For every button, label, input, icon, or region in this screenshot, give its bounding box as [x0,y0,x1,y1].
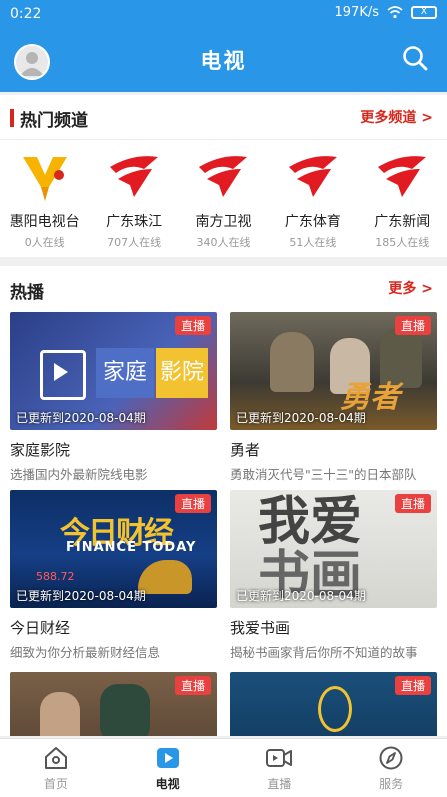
video-camera-icon [266,749,293,767]
program-card[interactable]: 我爱 书画 直播 已更新到2020-08-04期 我爱书画 揭秘书画家背后你所不… [230,490,437,661]
hot-broadcast-section: 热播 更多 > 家庭 影院 直播 已更新到2020-08-04期 家庭影院 选播… [0,266,447,736]
channel-count: 185人在线 [375,236,430,249]
network-speed: 197K/s [334,5,380,20]
channel-count: 340人在线 [196,236,251,249]
gdtv-logo-icon [378,156,427,197]
tab-label: 电视 [155,777,180,791]
channel-name: 广东体育 [284,214,341,230]
tab-label: 服务 [379,777,404,791]
program-thumbnail: 勇者 直播 已更新到2020-08-04期 [230,312,437,430]
tab-home[interactable]: 首页 [0,739,112,797]
tab-label: 首页 [43,777,68,791]
page-title: 电视 [200,49,247,73]
channel-name: 广东珠江 [106,214,163,230]
hot-channels-section: 热门频道 更多频道 > 惠阳电视台 0人在线 广东珠江 707人在线 南方卫视 … [0,95,447,257]
live-badge: 直播 [394,316,431,335]
program-subtitle: 揭秘书画家背后你所不知道的故事 [230,645,418,660]
thumb-label-right: 影院 [156,348,208,398]
program-thumbnail: 今日财经 FINANCE TODAY 588.72 直播 已更新到2020-08… [10,490,217,608]
bottom-tab-bar: 首页 电视 直播 服务 [0,738,447,797]
thumb-num: 588.72 [36,570,75,583]
program-title: 我爱书画 [230,619,291,637]
program-card[interactable]: 今日财经 FINANCE TODAY 588.72 直播 已更新到2020-08… [10,490,217,661]
program-card[interactable]: 直播 [10,672,217,736]
divider [0,139,447,140]
program-subtitle: 勇敢消灭代号"三十三"的日本部队 [230,467,417,482]
gdtv-logo-icon [288,156,337,197]
update-text: 已更新到2020-08-04期 [16,411,146,425]
channel-list: 惠阳电视台 0人在线 广东珠江 707人在线 南方卫视 340人在线 广东体育 … [0,145,447,250]
program-card[interactable]: 直播 [230,672,437,736]
home-icon [44,747,67,769]
tab-live[interactable]: 直播 [224,739,336,797]
wifi-icon [387,6,403,19]
channel-item-zhujiang[interactable]: 广东珠江 707人在线 [89,145,178,250]
channel-name: 广东新闻 [374,214,431,230]
channel-item-sports[interactable]: 广东体育 51人在线 [268,145,357,250]
hot-broadcast-title: 热播 [10,283,44,303]
status-time: 0:22 [10,6,42,22]
search-button[interactable] [401,44,429,72]
tv-play-icon [156,748,179,768]
channel-count: 0人在线 [24,236,65,249]
figure-shape [40,692,80,736]
battery-text: X [420,7,428,17]
tab-service[interactable]: 服务 [335,739,447,797]
update-text: 已更新到2020-08-04期 [236,589,366,603]
thumb-sub-finance: FINANCE TODAY [66,540,197,555]
huiyang-logo-icon [22,157,67,201]
figure-shape [270,332,314,392]
channel-item-nanfang[interactable]: 南方卫视 340人在线 [179,145,268,250]
program-title: 家庭影院 [10,441,71,459]
status-bar: 0:22 197K/s X [0,0,447,28]
thumb-label-left: 家庭 [96,348,154,398]
search-icon [403,46,428,71]
program-card[interactable]: 勇者 直播 已更新到2020-08-04期 勇者 勇敢消灭代号"三十三"的日本部… [230,312,437,483]
more-broadcast-link[interactable]: 更多 > [388,278,433,298]
program-subtitle: 细致为你分析最新财经信息 [10,645,161,660]
battery-icon: X [411,6,437,19]
live-badge: 直播 [174,316,211,335]
more-channels-link[interactable]: 更多频道 > [360,107,433,127]
channel-name: 南方卫视 [195,214,252,230]
bull-shape [138,560,192,594]
program-card[interactable]: 家庭 影院 直播 已更新到2020-08-04期 家庭影院 选播国内外最新院线电… [10,312,217,483]
program-subtitle: 选播国内外最新院线电影 [10,467,148,482]
live-badge: 直播 [174,676,211,695]
app-header: 电视 [0,28,447,92]
program-thumbnail: 直播 [10,672,217,736]
section-marker [10,109,14,127]
update-text: 已更新到2020-08-04期 [16,589,146,603]
program-thumbnail: 我爱 书画 直播 已更新到2020-08-04期 [230,490,437,608]
live-badge: 直播 [174,494,211,513]
live-badge: 直播 [394,676,431,695]
channel-count: 51人在线 [289,236,337,249]
channel-name: 惠阳电视台 [9,214,80,230]
tab-label: 直播 [267,777,292,791]
program-thumbnail: 直播 [230,672,437,736]
update-text: 已更新到2020-08-04期 [236,411,366,425]
hot-channels-title: 热门频道 [20,111,88,131]
gdtv-logo-icon [199,156,248,197]
status-right: 197K/s X [334,5,437,20]
channel-item-news[interactable]: 广东新闻 185人在线 [358,145,447,250]
tab-tv[interactable]: 电视 [112,739,224,797]
program-title: 今日财经 [10,619,71,637]
figure-shape [100,684,150,736]
program-title: 勇者 [230,441,261,459]
live-badge: 直播 [394,494,431,513]
gdtv-logo-icon [110,156,159,197]
channel-count: 707人在线 [107,236,162,249]
film-icon [40,350,86,400]
emblem-shape [318,686,352,732]
channel-item-huiyang[interactable]: 惠阳电视台 0人在线 [0,145,89,250]
compass-icon [379,746,403,770]
program-thumbnail: 家庭 影院 直播 已更新到2020-08-04期 [10,312,217,430]
thumb-calligraphy-top: 我爱 [258,492,363,552]
